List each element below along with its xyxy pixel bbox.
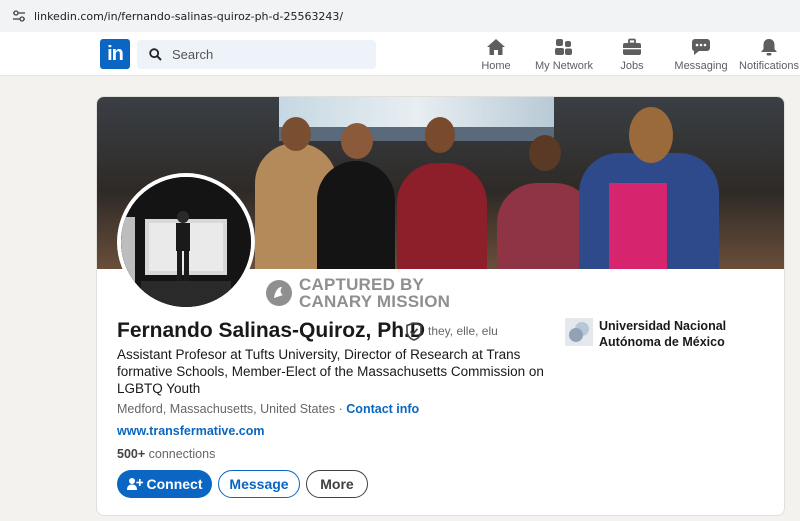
browser-url-bar[interactable]: linkedin.com/in/fernando-salinas-quiroz-… — [0, 0, 800, 32]
nav-messaging-label: Messaging — [674, 60, 728, 72]
top-nav: in Home My Network — [0, 32, 800, 76]
location: Medford, Massachusetts, United States — [117, 402, 336, 416]
linkedin-logo[interactable]: in — [100, 39, 130, 69]
banner-projector-bar — [279, 127, 554, 141]
nav-jobs[interactable]: Jobs — [620, 36, 644, 76]
canary-mission-logo-icon — [266, 280, 292, 306]
banner-figure-head — [629, 107, 673, 163]
university-logo — [565, 318, 593, 346]
watermark-line-2: CANARY MISSION — [299, 292, 451, 311]
separator: · — [335, 402, 347, 416]
profile-avatar[interactable] — [117, 173, 255, 311]
banner-figure-head — [529, 135, 561, 171]
nav-jobs-label: Jobs — [620, 60, 644, 72]
banner-figure-head — [341, 123, 373, 159]
nav-home-label: Home — [481, 60, 511, 72]
profile-name: Fernando Salinas-Quiroz, Ph.D — [117, 319, 426, 342]
pronouns: they, elle, elu — [428, 324, 498, 338]
more-button[interactable]: More — [306, 470, 368, 498]
profile-headline: Assistant Profesor at Tufts University, … — [117, 347, 544, 396]
message-button[interactable]: Message — [218, 470, 300, 498]
search-icon — [149, 48, 162, 61]
connections-label: connections — [145, 447, 216, 461]
banner-figure — [397, 163, 487, 269]
education-item[interactable]: Universidad Nacional Autónoma de México — [565, 318, 739, 350]
nav-notifications-label: Notifications — [739, 60, 799, 72]
watermark-line-1: CAPTURED BY — [299, 275, 424, 294]
website-link[interactable]: www.transfermative.com — [117, 424, 265, 438]
home-icon — [487, 39, 505, 55]
university-name: Universidad Nacional Autónoma de México — [599, 319, 727, 349]
network-icon — [555, 39, 572, 55]
url-text[interactable]: linkedin.com/in/fernando-salinas-quiroz-… — [34, 10, 343, 23]
add-person-icon — [126, 478, 143, 490]
site-settings-icon[interactable] — [12, 10, 26, 22]
banner-figure-head — [281, 117, 311, 151]
chat-icon — [691, 39, 710, 55]
connect-button-label: Connect — [146, 476, 203, 492]
connect-button[interactable]: Connect — [117, 470, 212, 498]
banner-figure-head — [425, 117, 455, 153]
search-box[interactable] — [137, 40, 376, 69]
location-line: Medford, Massachusetts, United States · … — [117, 402, 419, 416]
briefcase-icon — [623, 38, 641, 55]
banner-figure — [609, 183, 667, 269]
avatar-photo — [121, 177, 251, 307]
banner-figure — [317, 161, 395, 269]
bell-icon — [761, 39, 777, 56]
connections-number: 500+ — [117, 447, 146, 461]
search-input[interactable] — [172, 47, 352, 62]
nav-notifications[interactable]: Notifications — [739, 36, 799, 76]
nav-home[interactable]: Home — [481, 36, 511, 76]
nav-messaging[interactable]: Messaging — [674, 36, 728, 76]
connections-count[interactable]: 500+ connections — [117, 447, 215, 461]
canary-mission-watermark: CAPTURED BY CANARY MISSION — [265, 276, 450, 310]
nav-my-network[interactable]: My Network — [534, 36, 594, 76]
profile-card: CAPTURED BY CANARY MISSION Fernando Sali… — [96, 96, 785, 516]
contact-info-link[interactable]: Contact info — [346, 402, 419, 416]
verified-shield-icon[interactable] — [405, 322, 423, 341]
university-logo-icon — [565, 318, 593, 346]
nav-my-network-label: My Network — [534, 60, 594, 72]
